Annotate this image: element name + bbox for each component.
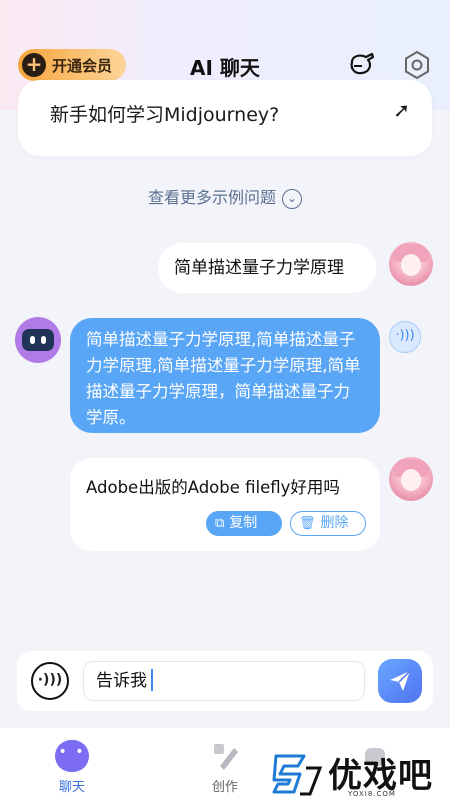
- speaker-icon[interactable]: ·))): [389, 321, 421, 353]
- tab-create[interactable]: 创作: [190, 740, 260, 795]
- broom-icon[interactable]: [346, 48, 378, 84]
- tab-robot[interactable]: [340, 740, 410, 776]
- more-examples-label: 查看更多示例问题: [147, 188, 276, 207]
- send-icon: [390, 670, 411, 691]
- message-input-value: 告诉我: [96, 671, 147, 691]
- copy-button[interactable]: ⧉ 复制: [206, 511, 282, 536]
- input-bar: ·))) 告诉我: [17, 651, 433, 711]
- text-caret: [151, 669, 153, 691]
- user-avatar: [389, 457, 433, 501]
- message-text: Adobe出版的Adobe filefly好用吗: [86, 478, 340, 497]
- chat-icon: [55, 740, 89, 772]
- chevron-down-icon: ⌄: [282, 189, 302, 209]
- user-avatar: [389, 242, 433, 286]
- bot-message-bubble: 简单描述量子力学原理,简单描述量子力学原理,简单描述量子力学原理,简单描述量子力…: [70, 318, 380, 433]
- tab-chat-label: 聊天: [58, 780, 85, 795]
- robot-icon: [358, 740, 392, 772]
- arrow-right-icon: ➚: [393, 98, 410, 122]
- delete-label: 删除: [320, 515, 349, 531]
- tab-bar: 聊天 创作: [0, 727, 450, 800]
- copy-icon: ⧉: [215, 516, 225, 531]
- copy-label: 复制: [229, 515, 258, 531]
- send-button[interactable]: [378, 659, 422, 703]
- tab-create-label: 创作: [211, 780, 238, 795]
- more-examples-link[interactable]: 查看更多示例问题 ⌄: [0, 184, 450, 209]
- create-icon: [208, 740, 242, 772]
- trash-icon: 🗑: [299, 516, 316, 531]
- page-title: AI 聊天: [190, 56, 260, 80]
- settings-icon[interactable]: [402, 50, 432, 84]
- suggested-question-card[interactable]: 新手如何学习Midjourney? ➚: [18, 80, 432, 156]
- delete-button[interactable]: 🗑 删除: [290, 511, 366, 536]
- bot-avatar: [15, 317, 61, 363]
- suggested-question: 新手如何学习Midjourney?: [50, 104, 280, 126]
- user-message-bubble: 简单描述量子力学原理: [158, 243, 376, 293]
- user-message-bubble: Adobe出版的Adobe filefly好用吗 ⧉ 复制 🗑 删除: [70, 458, 380, 551]
- voice-input-icon[interactable]: ·))): [31, 662, 69, 700]
- message-input[interactable]: 告诉我: [83, 661, 365, 701]
- tab-chat[interactable]: 聊天: [37, 740, 107, 795]
